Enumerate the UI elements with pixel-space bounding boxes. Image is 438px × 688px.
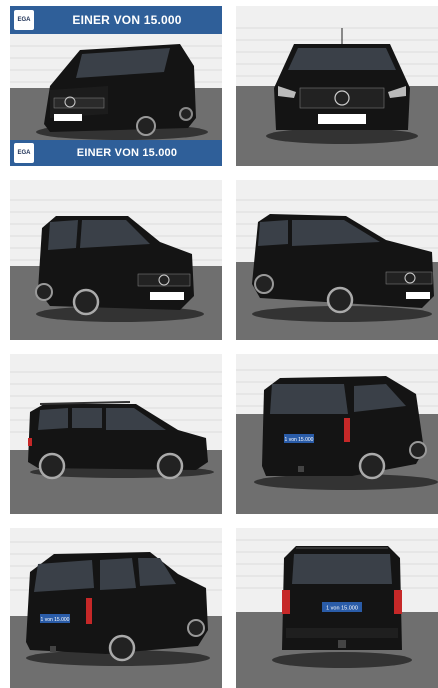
- ega-logo-icon: EGA: [14, 143, 34, 163]
- promo-banner-top: EGA EINER VON 15.000: [10, 6, 222, 34]
- promo-banner-text: EINER VON 15.000: [76, 147, 178, 159]
- photo-thumbnail-3[interactable]: [10, 180, 222, 340]
- photo-thumbnail-6[interactable]: 1 von 15.000: [236, 354, 438, 514]
- photo-thumbnail-2[interactable]: [236, 6, 438, 166]
- promo-banner-bottom: EGA EINER VON 15.000: [10, 140, 222, 166]
- photo-front-right-three-quarter: [236, 180, 438, 340]
- rear-plate-text: 1 von 15.000: [41, 617, 70, 623]
- photo-thumbnail-1[interactable]: EGA EINER VON 15.000 EGA EINER VON 15.00…: [10, 6, 222, 166]
- photo-left-side: [10, 354, 222, 514]
- photo-rear-right-three-quarter: 1 von 15.000: [236, 354, 438, 514]
- photo-front: [236, 6, 438, 166]
- photo-thumbnail-4[interactable]: [236, 180, 438, 340]
- photo-thumbnail-8[interactable]: 1 von 15.000: [236, 528, 438, 688]
- ega-logo-icon: EGA: [14, 10, 34, 30]
- photo-rear-left-three-quarter: 1 von 15.000: [10, 528, 222, 688]
- promo-banner-text: EINER VON 15.000: [72, 13, 182, 27]
- photo-front-left-three-quarter: [10, 180, 222, 340]
- photo-thumbnail-5[interactable]: [10, 354, 222, 514]
- photo-gallery: EGA EINER VON 15.000 EGA EINER VON 15.00…: [0, 0, 438, 688]
- rear-plate-text: 1 von 15.000: [326, 606, 358, 612]
- photo-thumbnail-7[interactable]: 1 von 15.000: [10, 528, 222, 688]
- rear-plate-text: 1 von 15.000: [285, 437, 314, 443]
- photo-rear: 1 von 15.000: [236, 528, 438, 688]
